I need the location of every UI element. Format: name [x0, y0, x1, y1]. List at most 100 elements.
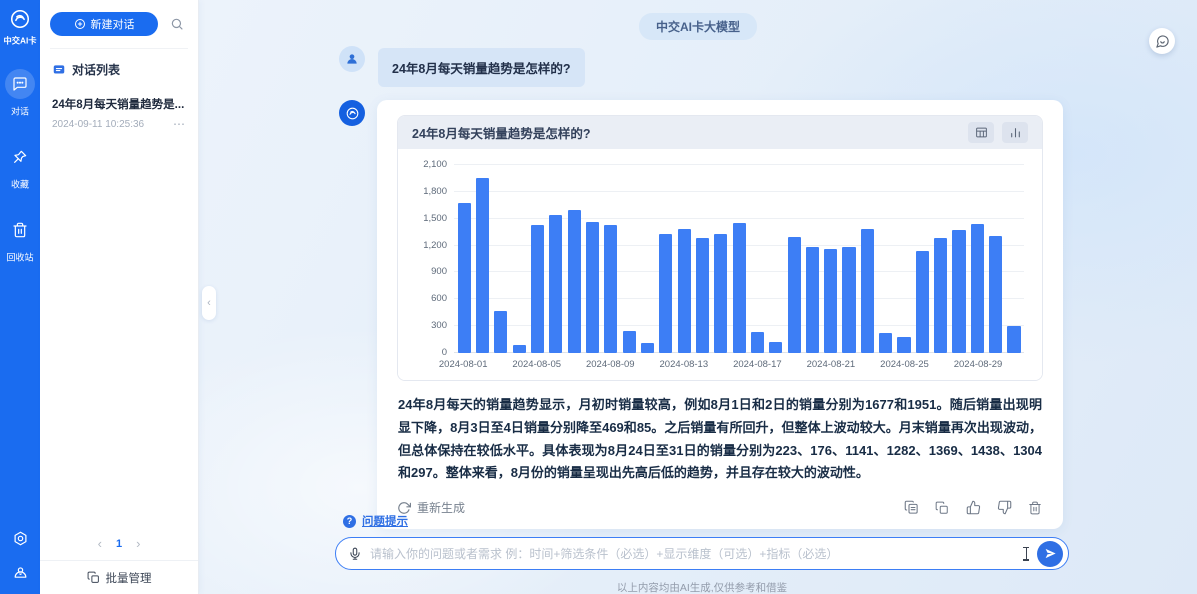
bar	[989, 236, 1002, 353]
collapse-sidebar-handle[interactable]: ‹	[202, 286, 216, 320]
bar	[971, 224, 984, 353]
y-tick-label: 1,200	[423, 240, 447, 251]
x-tick-label: 2024-08-09	[586, 359, 635, 370]
bar	[714, 234, 727, 353]
assistant-logo-icon	[345, 106, 360, 121]
bar	[1007, 326, 1020, 353]
rail-item-favorites[interactable]: 收藏	[5, 142, 35, 191]
bar	[916, 251, 929, 353]
person-icon	[345, 52, 359, 66]
y-tick-label: 2,100	[423, 159, 447, 170]
chat-thread: 24年8月每天销量趋势是怎样的? 24年8月每天销量趋势是怎样的?	[339, 46, 1063, 529]
bar	[769, 342, 782, 353]
app-window: 中交AI卡 对话 收藏	[0, 0, 1197, 594]
y-tick-label: 1,500	[423, 213, 447, 224]
y-tick-label: 0	[442, 347, 447, 358]
bar	[568, 210, 581, 353]
conversation-list-title: 对话列表	[72, 61, 120, 78]
bar	[952, 230, 965, 353]
bar	[788, 237, 801, 353]
search-button[interactable]	[166, 13, 188, 35]
rail-item-label: 收藏	[11, 177, 29, 191]
bar	[641, 343, 654, 353]
bar	[751, 332, 764, 353]
bar-chart-icon	[1009, 126, 1022, 139]
question-circle-icon: ?	[343, 515, 356, 528]
new-chat-button[interactable]: 新建对话	[50, 12, 158, 36]
chart-plot-area: 03006009001,2001,5001,8002,100	[454, 165, 1024, 353]
y-tick-label: 1,800	[423, 186, 447, 197]
y-tick-label: 600	[431, 293, 447, 304]
assistant-avatar	[339, 100, 365, 126]
conversation-time: 2024-09-11 10:25:36	[52, 119, 173, 130]
bar	[696, 238, 709, 353]
account-icon[interactable]	[12, 563, 29, 580]
paper-plane-icon	[1044, 547, 1057, 560]
rail-item-recycle[interactable]: 回收站	[5, 215, 35, 264]
bar	[806, 247, 819, 353]
bar	[623, 331, 636, 353]
bar	[531, 225, 544, 353]
main-area: ‹ 中交AI卡大模型 24年8月每天销量趋势是怎样的?	[199, 0, 1197, 594]
table-icon	[975, 126, 988, 139]
text-cursor	[1026, 547, 1028, 561]
user-avatar	[339, 46, 365, 72]
message-input-container	[335, 537, 1069, 570]
settings-icon[interactable]	[12, 530, 29, 547]
more-options-button[interactable]: ⋯	[173, 117, 186, 131]
nav-rail: 中交AI卡 对话 收藏	[0, 0, 40, 594]
rail-item-label: 对话	[11, 104, 29, 118]
feedback-float-button[interactable]	[1149, 28, 1175, 54]
bar	[549, 215, 562, 353]
send-button[interactable]	[1037, 541, 1063, 567]
rail-item-label: 回收站	[7, 250, 34, 264]
bar	[494, 311, 507, 353]
bar	[897, 337, 910, 353]
question-hints-link[interactable]: 问题提示	[362, 513, 408, 529]
bar	[842, 247, 855, 353]
copy-icon	[87, 571, 100, 584]
next-page-button[interactable]: ›	[136, 537, 140, 550]
bar	[934, 238, 947, 353]
batch-manage-button[interactable]: 批量管理	[40, 560, 198, 594]
chart-view-button[interactable]	[1002, 122, 1028, 143]
user-message-bubble: 24年8月每天销量趋势是怎样的?	[378, 48, 585, 87]
bar	[586, 222, 599, 353]
conversation-title: 24年8月每天销量趋势是...	[52, 96, 186, 112]
bar	[861, 229, 874, 353]
brand-name: 中交AI卡	[3, 35, 36, 47]
conversation-item[interactable]: 24年8月每天销量趋势是... 2024-09-11 10:25:36 ⋯	[40, 86, 198, 139]
brand-logo-icon	[9, 8, 31, 30]
message-input[interactable]	[370, 547, 1197, 561]
bar	[733, 223, 746, 353]
chat-smile-icon	[1155, 34, 1170, 49]
bar	[678, 229, 691, 353]
bar	[476, 178, 489, 353]
pin-icon	[5, 142, 35, 172]
brand: 中交AI卡	[2, 8, 38, 47]
model-badge: 中交AI卡大模型	[639, 13, 757, 40]
bar-chart: 03006009001,2001,5001,8002,100 2024-08-0…	[398, 149, 1042, 380]
microphone-icon[interactable]	[348, 547, 362, 561]
new-chat-label: 新建对话	[91, 16, 135, 32]
table-view-button[interactable]	[968, 122, 994, 143]
bar	[824, 249, 837, 353]
plus-circle-icon	[74, 18, 86, 30]
x-tick-label: 2024-08-25	[880, 359, 929, 370]
chat-icon	[5, 69, 35, 99]
chart-card-title: 24年8月每天销量趋势是怎样的?	[412, 123, 960, 142]
x-tick-label: 2024-08-17	[733, 359, 782, 370]
assistant-response-card: 24年8月每天销量趋势是怎样的?	[377, 100, 1063, 529]
x-tick-label: 2024-08-01	[439, 359, 488, 370]
answer-text: 24年8月每天的销量趋势显示，月初时销量较高，例如8月1日和2日的销量分别为16…	[398, 394, 1042, 485]
bar	[879, 333, 892, 353]
chart-card: 24年8月每天销量趋势是怎样的?	[397, 115, 1043, 381]
pagination: ‹ 1 ›	[40, 529, 198, 560]
page-number[interactable]: 1	[116, 538, 122, 550]
bar	[604, 225, 617, 353]
rail-item-chat[interactable]: 对话	[5, 69, 35, 118]
prev-page-button[interactable]: ‹	[98, 537, 102, 550]
trash-icon	[5, 215, 35, 245]
y-tick-label: 900	[431, 266, 447, 277]
chart-x-axis: 2024-08-012024-08-052024-08-092024-08-13…	[454, 357, 1024, 372]
